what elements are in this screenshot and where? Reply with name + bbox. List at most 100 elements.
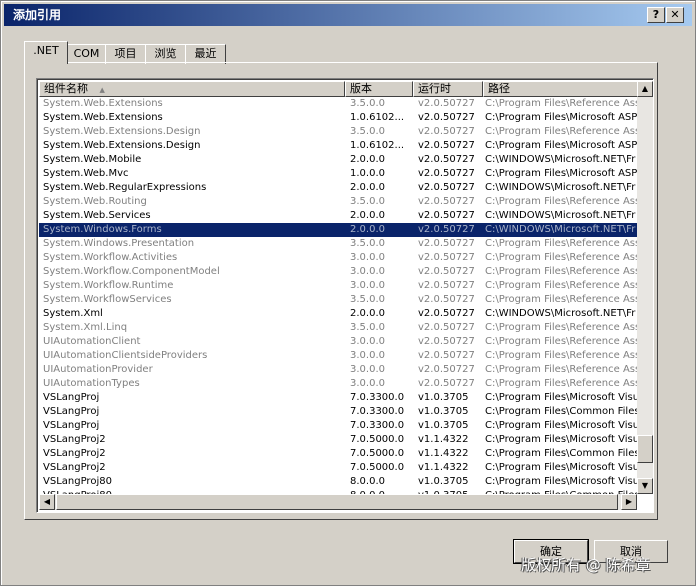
row-runtime-cell: v1.1.4322 (418, 448, 469, 459)
table-row[interactable]: System.Web.Services 2.0.0.0 v2.0.50727 C:\W… (39, 209, 637, 223)
scroll-left-icon[interactable]: ◀ (39, 494, 55, 510)
row-path-cell: C:\Program Files\Microsoft ASP (485, 140, 637, 151)
row-name-cell: UIAutomationClient (43, 336, 141, 347)
list-header: 组件名称 ▲ 版本 运行时 路径 (39, 81, 639, 97)
table-row[interactable]: System.Web.Mobile 2.0.0.0 v2.0.50727 C:\WIN… (39, 153, 637, 167)
row-version-cell: 3.5.0.0 (350, 322, 385, 333)
table-row[interactable]: System.Web.Extensions 3.5.0.0 v2.0.50727 C:… (39, 97, 637, 111)
row-runtime-cell: v2.0.50727 (418, 252, 475, 263)
close-button[interactable]: ✕ (666, 7, 684, 23)
scroll-down-icon[interactable]: ▼ (637, 478, 653, 494)
row-name-cell: VSLangProj2 (43, 462, 106, 473)
vertical-scroll-thumb[interactable] (637, 435, 653, 463)
table-row[interactable]: UIAutomationClient 3.0.0.0 v2.0.50727 C:\Pr… (39, 335, 637, 349)
column-header-name[interactable]: 组件名称 ▲ (39, 81, 345, 97)
row-path-cell: C:\Program Files\Reference Ass (485, 280, 637, 291)
table-row[interactable]: VSLangProj2 7.0.5000.0 v1.1.4322 C:\Program… (39, 433, 637, 447)
table-row[interactable]: VSLangProj2 7.0.5000.0 v1.1.4322 C:\Program… (39, 461, 637, 475)
horizontal-scrollbar[interactable]: ◀ ▶ (39, 494, 637, 510)
list-rows: System.Web.Extensions 3.5.0.0 v2.0.50727 C:… (39, 97, 637, 494)
table-row[interactable]: System.Web.Extensions.Design 3.5.0.0 v2.0.… (39, 125, 637, 139)
row-path-cell: C:\Program Files\Reference Ass (485, 196, 637, 207)
help-button[interactable]: ? (647, 7, 665, 23)
table-row[interactable]: System.Workflow.ComponentModel 3.0.0.0 v2.… (39, 265, 637, 279)
row-version-cell: 1.0.6102... (350, 112, 405, 123)
row-path-cell: C:\Program Files\Microsoft ASP (485, 112, 637, 123)
row-runtime-cell: v2.0.50727 (418, 378, 475, 389)
row-path-cell: C:\Program Files\Microsoft Visu (485, 392, 637, 403)
horizontal-scroll-thumb[interactable] (56, 494, 618, 510)
table-row[interactable]: VSLangProj2 7.0.5000.0 v1.1.4322 C:\Program… (39, 447, 637, 461)
row-path-cell: C:\Program Files\Reference Ass (485, 238, 637, 249)
row-path-cell: C:\WINDOWS\Microsoft.NET\Fr (485, 154, 636, 165)
column-header-runtime[interactable]: 运行时 (413, 81, 483, 97)
row-version-cell: 7.0.5000.0 (350, 462, 405, 473)
row-name-cell: System.Web.RegularExpressions (43, 182, 207, 193)
table-row[interactable]: VSLangProj80 8.0.0.0 v1.0.3705 C:\Program F… (39, 475, 637, 489)
tab-dotnet[interactable]: .NET (24, 41, 68, 64)
tab-projects[interactable]: 项目 (105, 44, 146, 64)
table-row[interactable]: UIAutomationClientsideProviders 3.0.0.0 v2… (39, 349, 637, 363)
add-reference-dialog: 添加引用 ? ✕ .NET COM 项目 浏览 最近 组件名称 ▲ 版本 运行时… (0, 0, 696, 586)
row-runtime-cell: v2.0.50727 (418, 336, 475, 347)
row-runtime-cell: v2.0.50727 (418, 364, 475, 375)
table-row[interactable]: System.Web.Routing 3.5.0.0 v2.0.50727 C:\Pr… (39, 195, 637, 209)
row-version-cell: 3.0.0.0 (350, 252, 385, 263)
row-runtime-cell: v2.0.50727 (418, 182, 475, 193)
table-row[interactable]: System.Xml 2.0.0.0 v2.0.50727 C:\WINDOWS\Mi… (39, 307, 637, 321)
column-header-path[interactable]: 路径 (483, 81, 639, 97)
table-row[interactable]: VSLangProj 7.0.3300.0 v1.0.3705 C:\Program … (39, 405, 637, 419)
table-row[interactable]: System.Web.Extensions.Design 1.0.6102... v… (39, 139, 637, 153)
row-runtime-cell: v2.0.50727 (418, 322, 475, 333)
tab-recent[interactable]: 最近 (185, 44, 226, 64)
table-row[interactable]: System.Windows.Presentation 3.5.0.0 v2.0.5… (39, 237, 637, 251)
row-runtime-cell: v2.0.50727 (418, 210, 475, 221)
row-runtime-cell: v2.0.50727 (418, 126, 475, 137)
scroll-right-icon[interactable]: ▶ (621, 494, 637, 510)
vertical-scrollbar[interactable]: ▲ ▼ (637, 81, 653, 494)
table-row[interactable]: VSLangProj 7.0.3300.0 v1.0.3705 C:\Program … (39, 391, 637, 405)
component-list[interactable]: 组件名称 ▲ 版本 运行时 路径 System.Web.Extensions 3.… (36, 78, 654, 513)
row-version-cell: 7.0.3300.0 (350, 406, 405, 417)
row-version-cell: 7.0.3300.0 (350, 420, 405, 431)
table-row[interactable]: System.Windows.Forms 2.0.0.0 v2.0.50727 C:\… (39, 223, 637, 237)
row-runtime-cell: v2.0.50727 (418, 112, 475, 123)
table-row[interactable]: System.Workflow.Activities 3.0.0.0 v2.0.50… (39, 251, 637, 265)
table-row[interactable]: UIAutomationProvider 3.0.0.0 v2.0.50727 C:\… (39, 363, 637, 377)
row-version-cell: 7.0.5000.0 (350, 448, 405, 459)
row-version-cell: 1.0.0.0 (350, 168, 385, 179)
table-row[interactable]: System.Web.RegularExpressions 2.0.0.0 v2.0… (39, 181, 637, 195)
table-row[interactable]: System.Web.Extensions 1.0.6102... v2.0.507… (39, 111, 637, 125)
title-bar[interactable]: 添加引用 ? ✕ (4, 4, 692, 26)
table-row[interactable]: System.WorkflowServices 3.5.0.0 v2.0.50727… (39, 293, 637, 307)
row-version-cell: 2.0.0.0 (350, 182, 385, 193)
row-name-cell: System.Web.Extensions.Design (43, 126, 201, 137)
row-version-cell: 1.0.6102... (350, 140, 405, 151)
row-runtime-cell: v1.0.3705 (418, 392, 469, 403)
table-row[interactable]: System.Web.Mvc 1.0.0.0 v2.0.50727 C:\Progra… (39, 167, 637, 181)
row-path-cell: C:\Program Files\Reference Ass (485, 322, 637, 333)
row-path-cell: C:\Program Files\Reference Ass (485, 336, 637, 347)
row-name-cell: System.Windows.Forms (43, 224, 162, 235)
row-version-cell: 3.5.0.0 (350, 196, 385, 207)
row-name-cell: System.Web.Mobile (43, 154, 142, 165)
row-runtime-cell: v1.0.3705 (418, 476, 469, 487)
table-row[interactable]: System.Xml.Linq 3.5.0.0 v2.0.50727 C:\Progr… (39, 321, 637, 335)
row-runtime-cell: v2.0.50727 (418, 294, 475, 305)
row-version-cell: 3.5.0.0 (350, 98, 385, 109)
row-runtime-cell: v2.0.50727 (418, 280, 475, 291)
tab-browse[interactable]: 浏览 (145, 44, 186, 64)
watermark-text: 版权所有 @ 陈希章 (521, 556, 651, 574)
table-row[interactable]: System.Workflow.Runtime 3.0.0.0 v2.0.50727… (39, 279, 637, 293)
row-path-cell: C:\Program Files\Reference Ass (485, 364, 637, 375)
row-name-cell: System.Web.Extensions (43, 112, 163, 123)
row-name-cell: UIAutomationProvider (43, 364, 153, 375)
row-name-cell: VSLangProj80 (43, 476, 112, 487)
scroll-up-icon[interactable]: ▲ (637, 81, 653, 97)
sort-ascending-icon: ▲ (99, 86, 105, 94)
row-name-cell: System.Workflow.Activities (43, 252, 178, 263)
table-row[interactable]: VSLangProj 7.0.3300.0 v1.0.3705 C:\Program … (39, 419, 637, 433)
table-row[interactable]: UIAutomationTypes 3.0.0.0 v2.0.50727 C:\Pro… (39, 377, 637, 391)
tab-com[interactable]: COM (67, 44, 106, 64)
column-header-version[interactable]: 版本 (345, 81, 413, 97)
